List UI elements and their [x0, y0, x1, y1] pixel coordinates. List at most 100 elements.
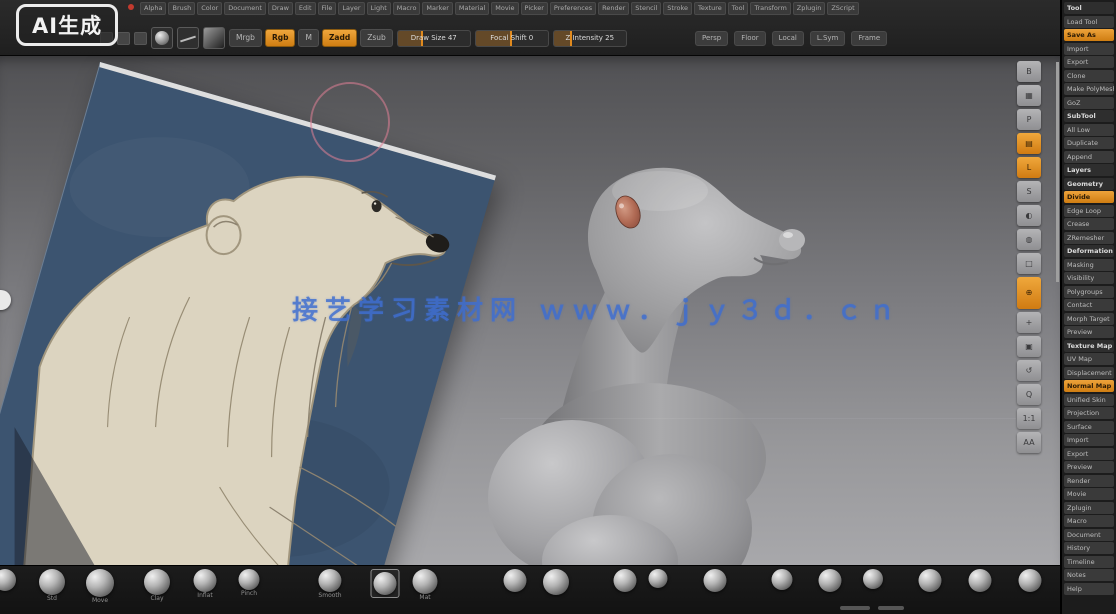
menu-edit[interactable]: Edit [295, 2, 316, 15]
tray-row-deformation[interactable]: Deformation [1064, 245, 1114, 257]
menu-alpha[interactable]: Alpha [140, 2, 166, 15]
tray-row-edge-loop[interactable]: Edge Loop [1064, 205, 1114, 217]
zoom-icon[interactable]: Q [1017, 384, 1041, 405]
toggle-zadd[interactable]: Zadd [322, 29, 357, 47]
menu-light[interactable]: Light [367, 2, 391, 15]
tray-row-zremesher[interactable]: ZRemesher [1064, 232, 1114, 244]
ghost-icon[interactable]: ◍ [1017, 229, 1041, 250]
shelf-btn-persp[interactable]: Persp [695, 31, 728, 46]
material-sphere[interactable] [819, 569, 842, 592]
tray-row-masking[interactable]: Masking [1064, 259, 1114, 271]
aa-half-icon[interactable]: AA [1017, 432, 1041, 453]
tray-row-import[interactable]: Import [1064, 434, 1114, 446]
shelf-btn-frame[interactable]: Frame [851, 31, 887, 46]
tray-row-contact[interactable]: Contact [1064, 299, 1114, 311]
tray-row-save-as[interactable]: Save As [1064, 29, 1114, 41]
menu-macro[interactable]: Macro [393, 2, 421, 15]
scale-icon[interactable]: ▣ [1017, 336, 1041, 357]
tray-row-subtool[interactable]: SubTool [1064, 110, 1114, 122]
tray-row-history[interactable]: History [1064, 542, 1114, 554]
slider-z-intensity[interactable]: Z Intensity 25 [553, 30, 627, 47]
menu-tool[interactable]: Tool [728, 2, 749, 15]
tray-row-make-polymesh3d[interactable]: Make PolyMesh3D [1064, 83, 1114, 95]
zoom-tool-icon[interactable] [117, 32, 130, 45]
material-sphere[interactable] [772, 569, 793, 590]
tray-row-projection[interactable]: Projection [1064, 407, 1114, 419]
menu-preferences[interactable]: Preferences [550, 2, 596, 15]
material-sphere[interactable] [371, 569, 400, 598]
shelf-btn-floor[interactable]: Floor [734, 31, 765, 46]
solo-icon[interactable]: □ [1017, 253, 1041, 274]
tray-row-append[interactable]: Append [1064, 151, 1114, 163]
menu-stencil[interactable]: Stencil [631, 2, 661, 15]
bpr-icon[interactable]: B [1017, 61, 1041, 82]
mini-slider[interactable] [840, 606, 870, 610]
tray-row-unified-skin[interactable]: Unified Skin [1064, 394, 1114, 406]
menu-color[interactable]: Color [197, 2, 222, 15]
tray-row-zplugin[interactable]: Zplugin [1064, 502, 1114, 514]
material-sphere[interactable] [649, 569, 668, 588]
tray-row-load-tool[interactable]: Load Tool [1064, 16, 1114, 28]
tray-row-render[interactable]: Render [1064, 475, 1114, 487]
material-sphere[interactable] [504, 569, 527, 592]
tray-row-crease[interactable]: Crease [1064, 218, 1114, 230]
menu-movie[interactable]: Movie [491, 2, 518, 15]
tray-row-normal-map[interactable]: Normal Map [1064, 380, 1114, 392]
menu-brush[interactable]: Brush [168, 2, 195, 15]
menu-material[interactable]: Material [455, 2, 489, 15]
tray-row-help[interactable]: Help [1064, 583, 1114, 595]
tray-row-morph-target[interactable]: Morph Target [1064, 313, 1114, 325]
tray-row-visibility[interactable]: Visibility [1064, 272, 1114, 284]
tray-row-document[interactable]: Document [1064, 529, 1114, 541]
material-sphere[interactable]: Inflat [194, 569, 217, 599]
shelf-btn-local[interactable]: Local [772, 31, 804, 46]
tray-row-export[interactable]: Export [1064, 448, 1114, 460]
tray-row-tool[interactable]: Tool [1064, 2, 1114, 14]
material-sphere[interactable] [1019, 569, 1042, 592]
tray-row-preview[interactable]: Preview [1064, 461, 1114, 473]
material-sphere[interactable] [863, 569, 883, 589]
tray-row-displacement[interactable]: Displacement [1064, 367, 1114, 379]
sculpt-canvas[interactable]: 接艺学习素材网 ｗｗｗ．ｊｙ３ｄ．ｃｎ B▦P▤LS◐◍□⊕+▣↺Q1:1AA [0, 56, 1060, 565]
material-sphere[interactable]: Mat [413, 569, 438, 601]
lsym-icon[interactable]: S [1017, 181, 1041, 202]
material-sphere[interactable] [704, 569, 727, 592]
slider-draw-size[interactable]: Draw Size 47 [397, 30, 471, 47]
tray-row-macro[interactable]: Macro [1064, 515, 1114, 527]
menu-draw[interactable]: Draw [268, 2, 293, 15]
tray-row-export[interactable]: Export [1064, 56, 1114, 68]
tray-row-preview[interactable]: Preview [1064, 326, 1114, 338]
menu-stroke[interactable]: Stroke [663, 2, 692, 15]
menu-file[interactable]: File [318, 2, 337, 15]
rotate-icon[interactable]: ↺ [1017, 360, 1041, 381]
material-sphere[interactable] [543, 569, 569, 595]
toggle-m[interactable]: M [298, 29, 318, 47]
render-mode-icon[interactable]: ▦ [1017, 85, 1041, 106]
tray-row-goz[interactable]: GoZ [1064, 97, 1114, 109]
brush-thumbnail[interactable] [151, 27, 173, 49]
tray-row-uv-map[interactable]: UV Map [1064, 353, 1114, 365]
tray-row-movie[interactable]: Movie [1064, 488, 1114, 500]
tray-row-notes[interactable]: Notes [1064, 569, 1114, 581]
frame-icon[interactable]: ⊕ [1017, 277, 1041, 309]
toggle-rgb[interactable]: Rgb [265, 29, 296, 47]
material-sphere[interactable]: Clay [144, 569, 170, 602]
menu-document[interactable]: Document [224, 2, 266, 15]
tray-row-surface[interactable]: Surface [1064, 421, 1114, 433]
tray-row-geometry[interactable]: Geometry [1064, 178, 1114, 190]
tray-row-all-low[interactable]: All Low [1064, 124, 1114, 136]
material-sphere[interactable]: Std [39, 569, 65, 602]
slider-focal-shift[interactable]: Focal Shift 0 [475, 30, 549, 47]
material-sphere[interactable] [919, 569, 942, 592]
menu-picker[interactable]: Picker [521, 2, 548, 15]
material-sphere[interactable]: Smooth [318, 569, 341, 599]
tray-row-timeline[interactable]: Timeline [1064, 556, 1114, 568]
stroke-thumbnail[interactable] [177, 27, 199, 49]
actual-size-icon[interactable]: 1:1 [1017, 408, 1041, 429]
menu-zscript[interactable]: ZScript [827, 2, 858, 15]
shelf-btn-l-sym[interactable]: L.Sym [810, 31, 846, 46]
move-icon[interactable]: + [1017, 312, 1041, 333]
tray-row-layers[interactable]: Layers [1064, 164, 1114, 176]
transp-icon[interactable]: ◐ [1017, 205, 1041, 226]
material-sphere[interactable]: Move [86, 569, 114, 604]
